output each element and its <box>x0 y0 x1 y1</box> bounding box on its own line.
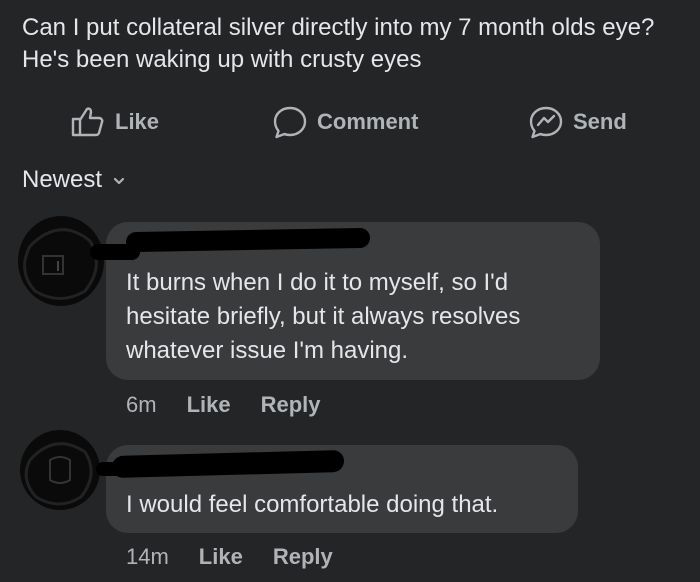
comment-button-label: Comment <box>317 109 419 134</box>
comment-timestamp: 14m <box>126 544 169 569</box>
comment-text: It burns when I do it to myself, so I'd … <box>126 269 521 364</box>
speech-bubble-icon <box>273 106 307 139</box>
avatar[interactable] <box>18 216 104 306</box>
post-text: Can I put collateral silver directly int… <box>22 14 655 73</box>
comment-like-button[interactable]: Like <box>199 544 243 570</box>
sort-label: Newest <box>22 166 103 193</box>
avatar[interactable] <box>20 430 100 510</box>
send-button[interactable]: Send <box>528 100 627 144</box>
chevron-down-icon <box>113 177 125 185</box>
messenger-icon <box>529 106 563 139</box>
thumbs-up-icon <box>71 107 104 137</box>
redacted-avatar-scribble <box>24 442 93 506</box>
comment-meta: 6m Like Reply <box>126 392 351 418</box>
send-button-label: Send <box>573 109 627 134</box>
comment-meta: 14m Like Reply <box>126 544 363 570</box>
redacted-avatar-scribble <box>23 228 98 300</box>
comment-text: I would feel comfortable doing that. <box>126 491 499 518</box>
comment-sort-dropdown[interactable]: Newest <box>22 166 126 194</box>
comment-like-button[interactable]: Like <box>187 392 231 418</box>
redacted-scribble <box>96 462 136 476</box>
comment-button[interactable]: Comment <box>272 100 418 144</box>
like-button[interactable]: Like <box>70 100 159 144</box>
comment-timestamp: 6m <box>126 392 157 417</box>
like-button-label: Like <box>115 109 160 134</box>
comment-reply-button[interactable]: Reply <box>273 544 333 570</box>
comment-reply-button[interactable]: Reply <box>261 392 321 418</box>
redacted-scribble <box>90 244 140 260</box>
post-action-bar: Like Comment Send <box>0 100 700 144</box>
redacted-author-name <box>126 227 370 253</box>
